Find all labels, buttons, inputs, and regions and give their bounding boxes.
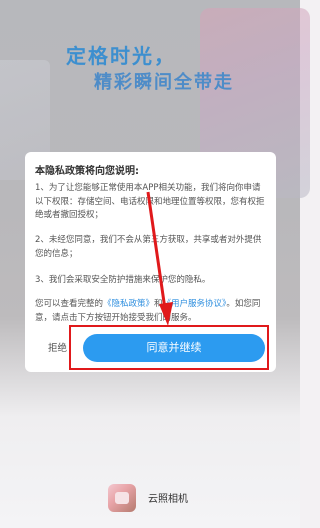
- app-icon: [108, 484, 136, 512]
- annotation-arrow-icon: [146, 191, 173, 326]
- app-name: 云照相机: [148, 494, 188, 505]
